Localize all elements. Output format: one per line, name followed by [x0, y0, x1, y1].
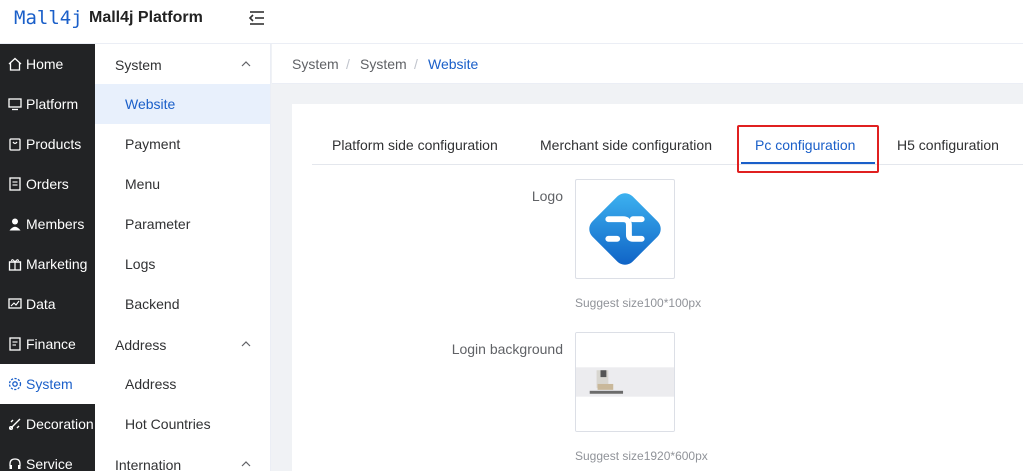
sidebar-item-label: Finance [26, 336, 76, 352]
top-bar: Mall4j Mall4j Platform [0, 0, 1023, 44]
submenu-item-label: Address [125, 376, 177, 392]
login-background-uploader[interactable] [575, 332, 675, 432]
chevron-up-icon[interactable] [241, 461, 251, 467]
sidebar-item-label: Home [26, 56, 64, 72]
chart-icon [8, 298, 22, 309]
bag-icon [9, 138, 21, 151]
sidebar-item-label: Marketing [26, 256, 88, 272]
home-icon [8, 57, 22, 71]
sidebar-item-label: Service [26, 456, 73, 471]
monitor-icon [8, 98, 22, 111]
sidebar-item-label: Data [26, 296, 56, 312]
breadcrumb-separator: / [346, 56, 350, 72]
headset-icon [9, 458, 21, 469]
document-icon [9, 177, 21, 191]
tabs-divider [312, 164, 1023, 165]
chevron-up-icon[interactable] [241, 341, 251, 347]
sidebar-item-data[interactable]: Data [0, 284, 95, 324]
highlight-box [737, 125, 879, 173]
logo-label: Logo [531, 188, 563, 204]
gift-icon [8, 259, 22, 271]
main-sidebar: Home Platform Products Orders Members Ma… [0, 44, 95, 471]
sidebar-item-label: Members [26, 216, 85, 232]
sidebar-item-label: Decoration [26, 416, 94, 432]
sidebar-item-members[interactable]: Members [0, 204, 95, 244]
submenu-item-payment[interactable]: Payment [95, 124, 270, 164]
submenu-item-label: Hot Countries [125, 416, 211, 432]
submenu-group-internation[interactable]: Internation [115, 457, 181, 471]
submenu-group-system[interactable]: System [115, 57, 162, 73]
breadcrumb-separator: / [414, 56, 418, 72]
submenu-item-label: Parameter [125, 216, 191, 232]
submenu-item-backend[interactable]: Backend [95, 284, 270, 324]
sidebar-item-label: Products [26, 136, 82, 152]
user-icon [9, 218, 21, 231]
sidebar-item-home[interactable]: Home [0, 44, 95, 84]
submenu-item-menu[interactable]: Menu [95, 164, 270, 204]
submenu-item-label: Backend [125, 296, 180, 312]
sidebar-item-orders[interactable]: Orders [0, 164, 95, 204]
sidebar-item-service[interactable]: Service [0, 444, 95, 471]
submenu-item-hot-countries[interactable]: Hot Countries [95, 404, 270, 444]
chevron-up-icon[interactable] [241, 61, 251, 67]
logo-image [589, 193, 661, 265]
submenu-item-label: Website [125, 96, 176, 112]
sidebar-item-system[interactable]: System [0, 364, 95, 404]
breadcrumb-current: Website [428, 56, 479, 72]
login-background-image [576, 333, 674, 431]
breadcrumb: System / System / Website [272, 44, 1023, 84]
app-title: Mall4j Platform [89, 9, 203, 26]
brand-logo: Mall4j [14, 7, 83, 29]
submenu-item-website[interactable]: Website [95, 84, 270, 124]
login-background-label: Login background [451, 341, 563, 357]
wallet-icon [9, 337, 21, 351]
submenu-item-label: Logs [125, 256, 156, 272]
tab-merchant-side[interactable]: Merchant side configuration [540, 137, 712, 153]
sidebar-item-label: Platform [26, 96, 79, 112]
submenu-item-parameter[interactable]: Parameter [95, 204, 270, 244]
gear-icon [8, 377, 22, 391]
submenu-item-address[interactable]: Address [95, 364, 270, 404]
sidebar-item-products[interactable]: Products [0, 124, 95, 164]
brush-icon [8, 418, 21, 431]
sidebar-item-finance[interactable]: Finance [0, 324, 95, 364]
sidebar-item-decoration[interactable]: Decoration [0, 404, 95, 444]
logo-size-hint: Suggest size100*100px [575, 296, 702, 310]
logo-uploader[interactable] [575, 179, 675, 279]
login-background-size-hint: Suggest size1920*600px [575, 449, 708, 463]
breadcrumb-item[interactable]: System [292, 56, 339, 72]
sidebar-item-platform[interactable]: Platform [0, 84, 95, 124]
submenu-item-logs[interactable]: Logs [95, 244, 270, 284]
tab-platform-side[interactable]: Platform side configuration [332, 137, 498, 153]
menu-collapse-icon[interactable] [248, 10, 266, 26]
breadcrumb-item[interactable]: System [360, 56, 407, 72]
sidebar-item-label: System [26, 376, 73, 392]
sidebar-item-marketing[interactable]: Marketing [0, 244, 95, 284]
submenu-group-address[interactable]: Address [115, 337, 166, 353]
submenu-item-label: Menu [125, 176, 161, 192]
sub-menu: System Website Payment Menu Parameter Lo… [95, 44, 271, 471]
submenu-item-label: Payment [125, 136, 181, 152]
sidebar-item-label: Orders [26, 176, 69, 192]
tab-h5-configuration[interactable]: H5 configuration [897, 137, 999, 153]
